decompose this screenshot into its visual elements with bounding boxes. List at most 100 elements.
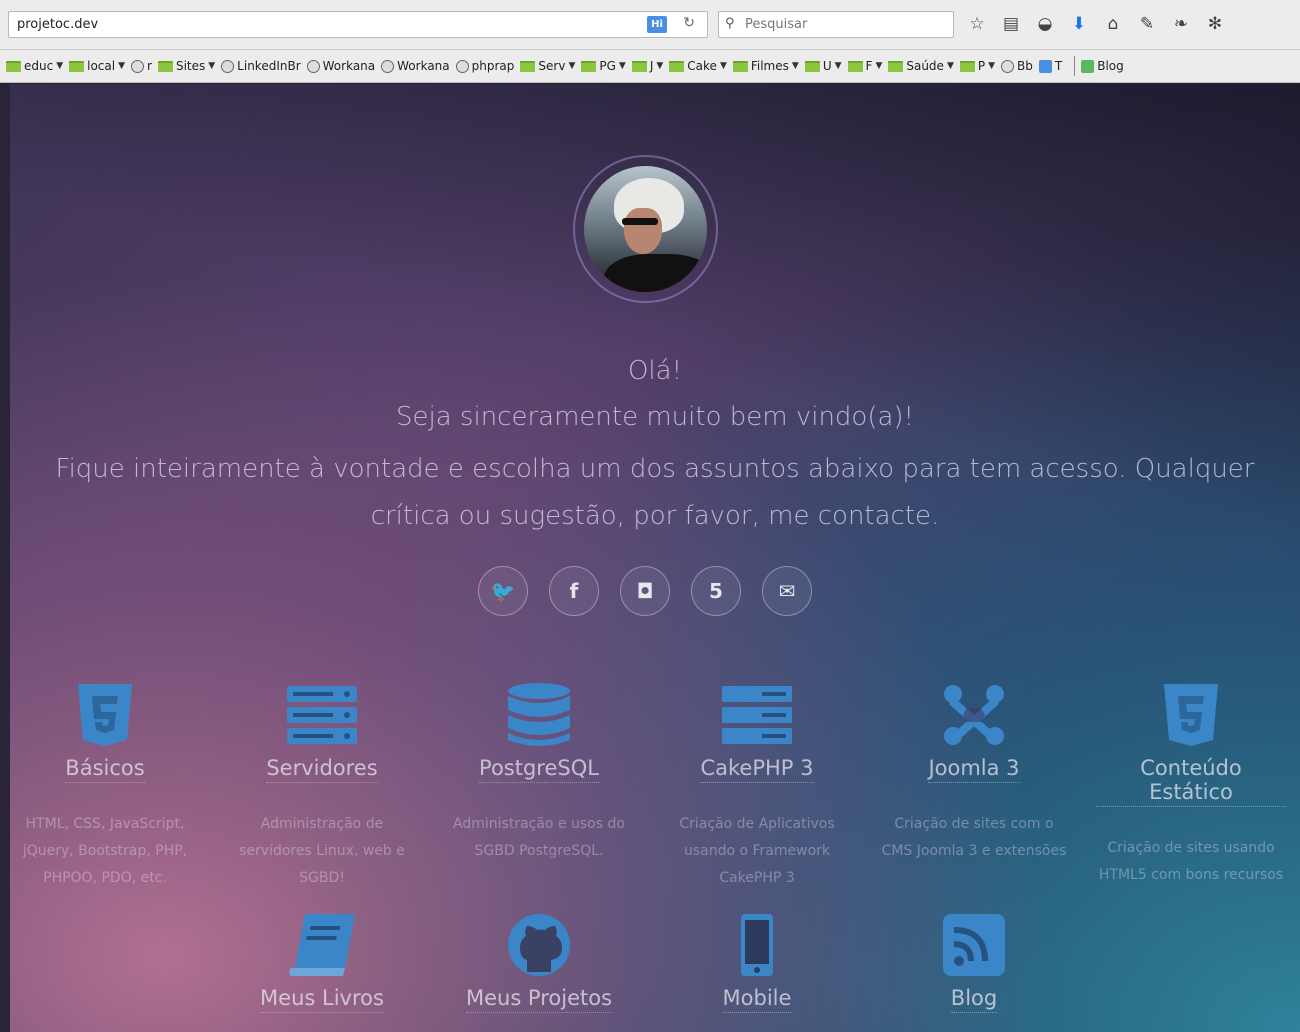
topic-card-title[interactable]: PostgreSQL <box>479 756 599 783</box>
chevron-down-icon: ▼ <box>118 61 126 71</box>
pocket-icon[interactable]: ◒ <box>1033 12 1057 36</box>
url-bar[interactable]: projetoc.dev Hi ↻ <box>8 11 708 38</box>
addon-icon-2[interactable]: ✻ <box>1203 12 1227 36</box>
bookmark-item[interactable]: F ▼ <box>847 59 882 73</box>
bookmark-item[interactable]: PG ▼ <box>581 59 626 73</box>
bookmark-item[interactable]: Cake ▼ <box>669 59 727 73</box>
bookmark-item[interactable]: Workana <box>306 59 375 73</box>
folder-icon <box>732 60 748 72</box>
mobile-icon[interactable] <box>720 912 794 978</box>
bookmark-item[interactable]: J ▼ <box>631 59 663 73</box>
welcome-text: Seja sinceramente muito bem vindo(a)! <box>396 402 914 432</box>
topic-card-title[interactable]: Meus Livros <box>260 986 384 1013</box>
bookmark-label: PG <box>599 59 616 73</box>
bookmark-item[interactable]: P ▼ <box>959 59 996 73</box>
url-text[interactable]: projetoc.dev <box>17 17 98 32</box>
bookmark-label: J <box>649 59 654 73</box>
rss-icon[interactable] <box>937 912 1011 978</box>
bookmark-label: Saúde <box>906 59 944 73</box>
database-icon[interactable] <box>502 682 576 748</box>
bookmark-item[interactable]: local ▼ <box>69 59 125 73</box>
bookmark-item[interactable]: U ▼ <box>804 59 842 73</box>
chevron-down-icon: ▼ <box>988 61 996 71</box>
bookmark-item[interactable]: Filmes ▼ <box>732 59 799 73</box>
chevron-down-icon: ▼ <box>618 61 626 71</box>
download-icon[interactable]: ⬇ <box>1067 12 1091 36</box>
bookmark-label: Sites <box>175 59 206 73</box>
topic-card[interactable]: Joomla 3 Criação de sites com o CMS Jooml… <box>879 682 1069 865</box>
search-bar[interactable]: ⚲ Pesquisar <box>718 11 954 38</box>
globe-icon <box>381 59 395 73</box>
topic-card[interactable]: PostgreSQL Administração e usos do SGBD P… <box>444 682 634 865</box>
topic-card-description: Administração e usos do SGBD PostgreSQL. <box>453 816 625 859</box>
bookmark-item[interactable]: r <box>131 59 152 73</box>
bookmark-item[interactable]: LinkedInBr <box>221 59 301 73</box>
bookmark-item[interactable]: Workana <box>381 59 450 73</box>
html5-icon[interactable]: 5 <box>691 566 741 616</box>
topic-card[interactable]: Básicos HTML, CSS, JavaScript, jQuery, Bo… <box>10 682 200 892</box>
topic-card[interactable]: Meus Livros <box>227 912 417 1013</box>
topic-card[interactable]: Meus Projetos <box>444 912 634 1013</box>
bookmark-item[interactable]: Sites ▼ <box>157 59 215 73</box>
topic-card[interactable]: Mobile <box>662 912 852 1013</box>
chevron-down-icon: ▼ <box>946 61 954 71</box>
folder-icon <box>520 60 536 72</box>
home-icon[interactable]: ⌂ <box>1101 12 1125 36</box>
bookmark-item[interactable]: phprap <box>455 59 515 73</box>
topic-card[interactable]: CakePHP 3 Criação de Aplicativos usando o… <box>662 682 852 892</box>
bookmark-label: LinkedInBr <box>237 59 301 73</box>
bookmark-item[interactable]: Bb <box>1001 59 1033 73</box>
bookmark-item[interactable]: Serv ▼ <box>520 59 575 73</box>
bookmark-label: T <box>1054 59 1063 73</box>
html5-icon[interactable] <box>1154 682 1228 748</box>
bookmark-item[interactable]: educ ▼ <box>6 59 63 73</box>
topic-card[interactable]: Conteúdo Estático Criação de sites usando… <box>1096 682 1286 889</box>
topic-card-title[interactable]: Básicos <box>65 756 145 783</box>
globe-icon <box>1001 59 1015 73</box>
chevron-down-icon: ▼ <box>791 61 799 71</box>
topic-card-title[interactable]: Conteúdo Estático <box>1096 756 1286 807</box>
bookmark-label: F <box>865 59 873 73</box>
bookmark-label: P <box>977 59 986 73</box>
folder-icon <box>631 60 647 72</box>
server-icon[interactable] <box>285 682 359 748</box>
topic-card-title[interactable]: Blog <box>950 986 998 1013</box>
bookmark-label: Blog <box>1097 59 1124 73</box>
topic-card-title[interactable]: Joomla 3 <box>928 756 1020 783</box>
email-icon[interactable]: ✉ <box>762 566 812 616</box>
chevron-down-icon: ▼ <box>719 61 727 71</box>
blog-icon <box>1081 59 1095 73</box>
bookmark-item[interactable]: Saúde ▼ <box>888 59 954 73</box>
topic-card[interactable]: Servidores Administração de servidores Li… <box>227 682 417 892</box>
twitter-icon[interactable]: 🐦 <box>478 566 528 616</box>
browser-navbar: projetoc.dev Hi ↻ ⚲ Pesquisar ☆ ▤ ◒ ⬇ ⌂ … <box>0 0 1300 50</box>
folder-icon <box>157 60 173 72</box>
topic-card-title[interactable]: Servidores <box>266 756 378 783</box>
topic-card-title[interactable]: Mobile <box>722 986 792 1013</box>
addon-icon[interactable]: ❧ <box>1169 12 1193 36</box>
github-icon[interactable] <box>502 912 576 978</box>
search-placeholder[interactable]: Pesquisar <box>745 17 807 32</box>
star-icon[interactable]: ☆ <box>965 12 989 36</box>
reading-list-icon[interactable]: ▤ <box>999 12 1023 36</box>
extension-icon[interactable]: ✎ <box>1135 12 1159 36</box>
bookmark-item[interactable]: T <box>1038 59 1063 73</box>
topic-card-title[interactable]: CakePHP 3 <box>700 756 814 783</box>
topic-card[interactable]: Blog <box>879 912 1069 1013</box>
facebook-icon[interactable]: f <box>549 566 599 616</box>
hi-badge-icon[interactable]: Hi <box>647 16 667 33</box>
topic-card-title[interactable]: Meus Projetos <box>465 986 613 1013</box>
reload-icon[interactable]: ↻ <box>683 15 695 31</box>
bookmark-label: Filmes <box>750 59 789 73</box>
bookmark-label: phprap <box>471 59 515 73</box>
joomla-icon[interactable] <box>937 682 1011 748</box>
folder-icon <box>959 60 975 72</box>
bookmark-item[interactable]: Blog <box>1081 59 1124 73</box>
book-icon[interactable] <box>285 912 359 978</box>
instagram-icon[interactable]: ◘ <box>620 566 670 616</box>
server-stack-icon[interactable] <box>720 682 794 748</box>
html5-icon[interactable] <box>68 682 142 748</box>
bookmark-label: r <box>147 59 152 73</box>
search-icon: ⚲ <box>725 16 735 31</box>
greeting: Olá! <box>627 356 683 386</box>
